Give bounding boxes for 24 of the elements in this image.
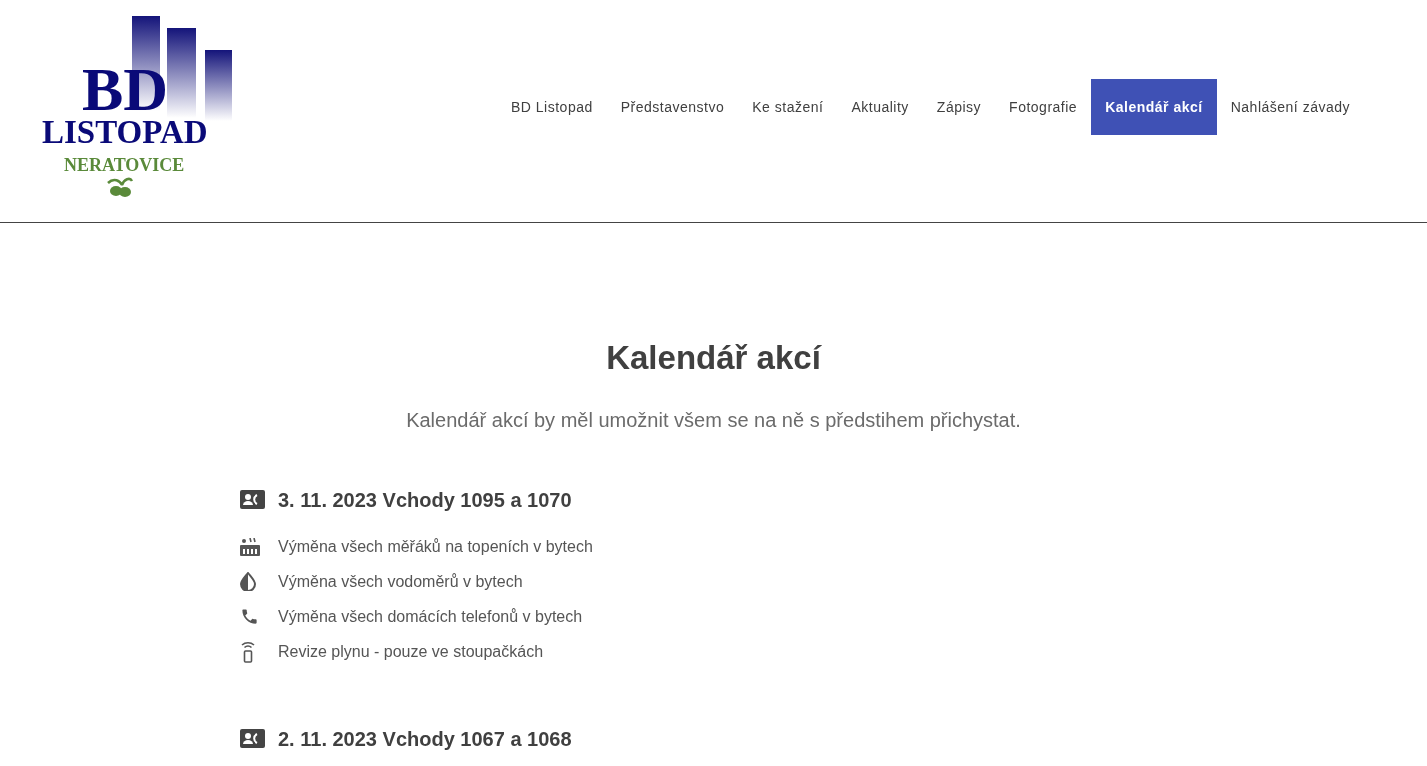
page-subtitle: Kalendář akcí by měl umožnit všem se na ně s předstihem přichystat. [406,407,1021,433]
contact-card-icon [240,490,265,509]
phone-icon [240,607,259,626]
nav-link[interactable]: Kalendář akcí [1091,79,1217,135]
nav-link[interactable]: Aktuality [837,79,923,135]
event-item-text: Výměna všech měřáků na topeních v bytech [278,536,593,557]
heater-icon [240,537,260,556]
event-heading: 2. 11. 2023 Vchody 1067 a 1068 [278,726,572,752]
event-heading: 3. 11. 2023 Vchody 1095 a 1070 [278,487,572,513]
nav-link[interactable]: Ke stažení [738,79,838,135]
nav-link[interactable]: Představenstvo [606,79,739,135]
event-item-text: Výměna všech domácích telefonů v bytech [278,606,583,627]
nav-link[interactable]: BD Listopad [497,79,607,135]
contact-card-icon [240,729,265,748]
nav-link[interactable]: Fotografie [995,79,1092,135]
logo-town: NERATOVICE [64,156,185,174]
nav-link[interactable]: Zápisy [922,79,996,135]
gas-sensor-icon [240,640,256,663]
event-item-text: Výměna všech vodoměrů v bytech [278,571,523,592]
water-drop-icon [240,572,256,591]
event-item-text: Revize plynu - pouze ve stoupačkách [278,641,544,662]
page-title: Kalendář akcí [606,338,821,378]
leaf-icon [106,175,134,198]
nav-link[interactable]: Nahlášení závady [1216,79,1364,135]
